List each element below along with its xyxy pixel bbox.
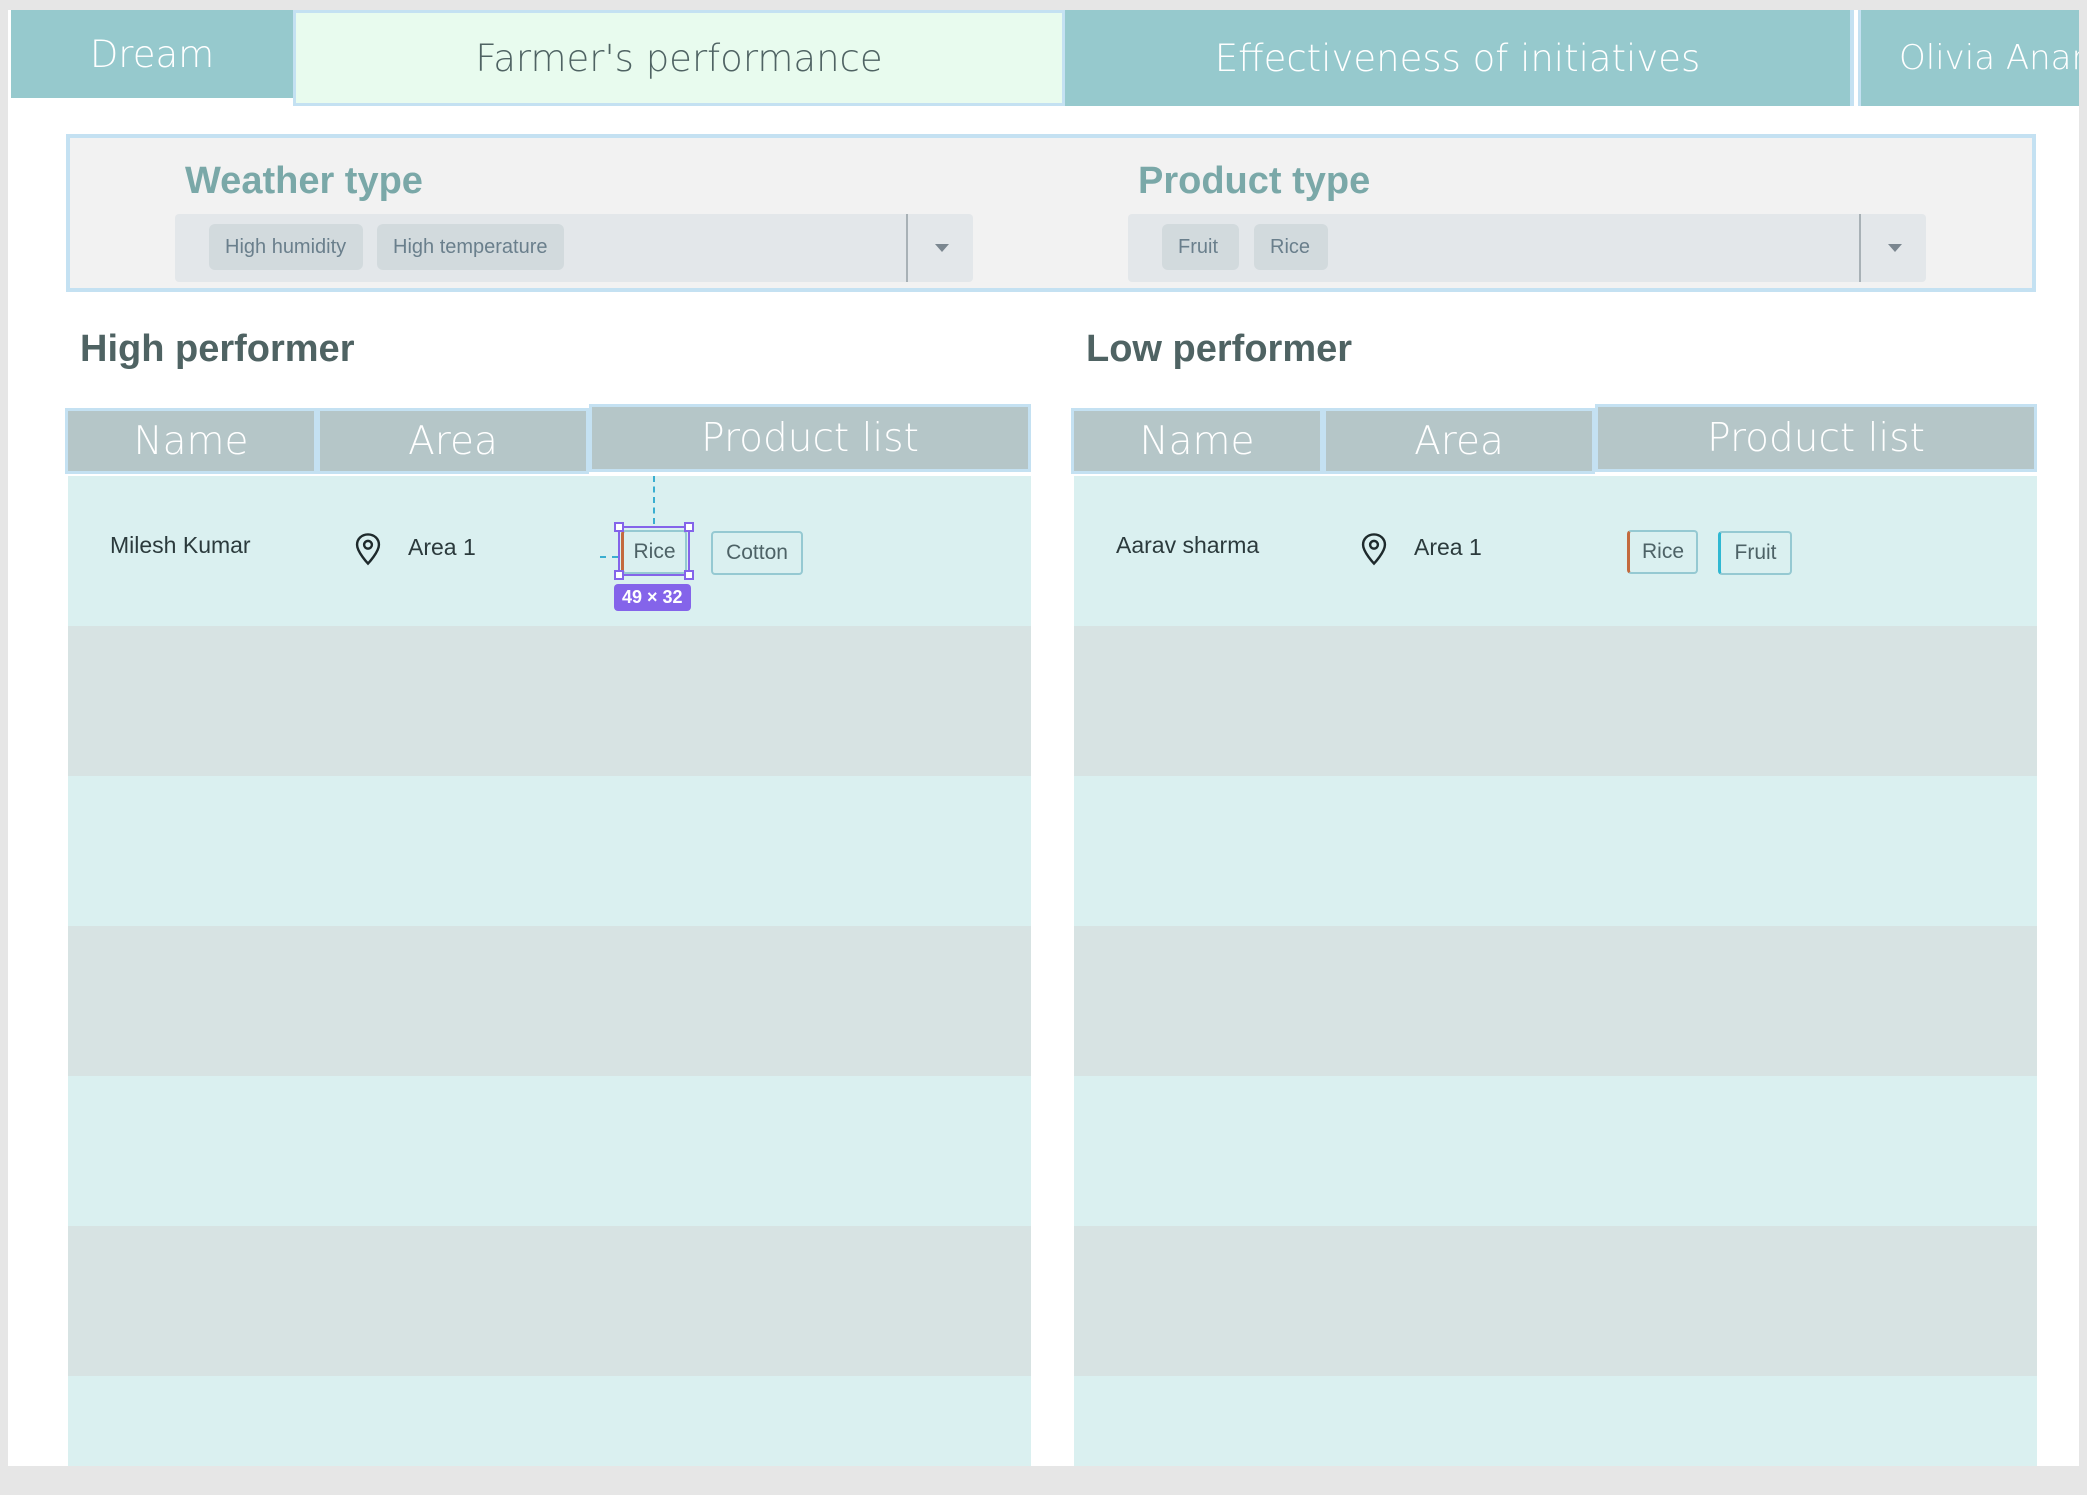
column-header-product-list[interactable]: Product list xyxy=(1595,404,2037,472)
table-row[interactable] xyxy=(68,1226,1031,1376)
canvas-bottom-edge xyxy=(8,1466,2079,1480)
table-row[interactable] xyxy=(1074,776,2037,926)
weather-type-select[interactable]: High humidity High temperature xyxy=(175,214,973,282)
product-chip-fruit[interactable]: Fruit xyxy=(1162,224,1239,270)
select-divider xyxy=(906,214,908,282)
table-row[interactable] xyxy=(68,1376,1031,1480)
column-header-area[interactable]: Area xyxy=(1323,408,1595,474)
page-canvas: Dream Farmer's performance Effectiveness… xyxy=(8,10,2079,1480)
table-body: Milesh Kumar Area 1 Rice Cotton 49 × 32 xyxy=(68,476,1031,1480)
measure-guide-vertical xyxy=(653,476,655,524)
high-performer-title: High performer xyxy=(80,328,355,370)
table-header: Name Area Product list xyxy=(65,404,1031,476)
user-name[interactable]: Olivia Anand xyxy=(1858,10,2079,106)
tab-effectiveness-of-initiatives[interactable]: Effectiveness of initiatives xyxy=(1065,10,1854,106)
product-type-select[interactable]: Fruit Rice xyxy=(1128,214,1926,282)
low-performer-table: Name Area Product list Aarav sharma Area… xyxy=(1071,404,2037,1480)
brand-logo[interactable]: Dream xyxy=(11,10,293,98)
column-header-product-list[interactable]: Product list xyxy=(589,404,1031,472)
table-row[interactable] xyxy=(1074,926,2037,1076)
table-header: Name Area Product list xyxy=(1071,404,2037,476)
select-divider xyxy=(1859,214,1861,282)
farmer-area: Area 1 xyxy=(1414,534,1482,560)
chevron-down-icon[interactable] xyxy=(935,244,949,252)
selection-box[interactable] xyxy=(614,522,694,580)
high-performer-table: Name Area Product list Milesh Kumar Area… xyxy=(65,404,1031,1480)
product-type-label: Product type xyxy=(1138,160,1371,202)
resize-handle[interactable] xyxy=(614,570,624,580)
farmer-name: Aarav sharma xyxy=(1116,532,1260,558)
table-row[interactable] xyxy=(68,1076,1031,1226)
measure-guide-horizontal xyxy=(600,556,618,558)
product-tag-cotton[interactable]: Cotton xyxy=(711,531,803,575)
top-nav: Dream Farmer's performance Effectiveness… xyxy=(8,10,2079,106)
column-header-name[interactable]: Name xyxy=(1071,408,1323,474)
dimension-badge: 49 × 32 xyxy=(614,584,691,611)
resize-handle[interactable] xyxy=(684,570,694,580)
table-row[interactable] xyxy=(68,776,1031,926)
weather-type-label: Weather type xyxy=(185,160,423,202)
product-chip-rice[interactable]: Rice xyxy=(1254,224,1328,270)
low-performer-title: Low performer xyxy=(1086,328,1353,370)
location-pin-icon xyxy=(1361,533,1387,566)
resize-handle[interactable] xyxy=(684,522,694,532)
resize-handle[interactable] xyxy=(614,522,624,532)
column-header-name[interactable]: Name xyxy=(65,408,317,474)
farmer-area: Area 1 xyxy=(408,534,476,560)
farmer-name: Milesh Kumar xyxy=(110,532,251,558)
filter-panel: Weather type High humidity High temperat… xyxy=(66,134,2036,292)
table-row[interactable] xyxy=(1074,1376,2037,1480)
column-header-area[interactable]: Area xyxy=(317,408,589,474)
product-tag-fruit[interactable]: Fruit xyxy=(1718,531,1792,575)
weather-chip-high-humidity[interactable]: High humidity xyxy=(209,224,363,270)
table-row[interactable] xyxy=(68,626,1031,776)
table-body: Aarav sharma Area 1 Rice Fruit xyxy=(1074,476,2037,1480)
location-pin-icon xyxy=(355,533,381,566)
weather-chip-high-temperature[interactable]: High temperature xyxy=(377,224,564,270)
tab-farmers-performance[interactable]: Farmer's performance xyxy=(293,10,1065,106)
product-tag-rice[interactable]: Rice xyxy=(1627,530,1698,574)
chevron-down-icon[interactable] xyxy=(1888,244,1902,252)
table-row[interactable] xyxy=(68,926,1031,1076)
table-row[interactable] xyxy=(1074,1076,2037,1226)
table-row[interactable]: Milesh Kumar Area 1 Rice Cotton 49 × 32 xyxy=(68,476,1031,626)
table-row[interactable] xyxy=(1074,626,2037,776)
table-row[interactable] xyxy=(1074,1226,2037,1376)
table-row[interactable]: Aarav sharma Area 1 Rice Fruit xyxy=(1074,476,2037,626)
